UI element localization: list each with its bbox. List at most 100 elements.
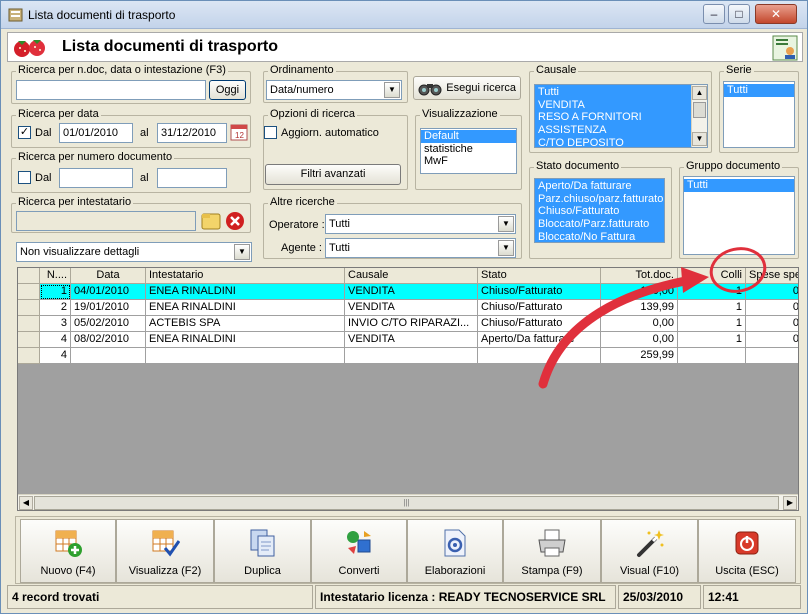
- row-header[interactable]: [18, 316, 40, 332]
- table-cell[interactable]: 4: [40, 348, 71, 364]
- app-window: Lista documenti di trasporto ‒ □ ✕ Lista…: [0, 0, 808, 614]
- causale-scrollbar[interactable]: ▲ ▼: [691, 85, 707, 147]
- horizontal-scrollbar[interactable]: ◀ ||| ▶: [18, 494, 798, 510]
- search-doc-input[interactable]: [16, 80, 206, 100]
- scroll-thumb[interactable]: |||: [34, 496, 779, 510]
- scroll-left-icon[interactable]: ◀: [19, 496, 33, 510]
- causale-item[interactable]: VENDITA: [535, 99, 707, 112]
- number-al-label: al: [140, 172, 149, 184]
- stato-doc-list[interactable]: Aperto/Da fatturare Parz.chiuso/parz.fat…: [534, 178, 665, 243]
- table-cell[interactable]: 3: [40, 316, 71, 332]
- table-cell[interactable]: ENEA RINALDINI: [146, 300, 345, 316]
- number-to-input[interactable]: [157, 168, 227, 188]
- stato-doc-item[interactable]: Chiuso/Fatturato: [535, 205, 664, 218]
- view-item[interactable]: MwF: [421, 155, 516, 168]
- chevron-down-icon: ▼: [384, 82, 400, 98]
- column-header[interactable]: Causale: [345, 268, 478, 284]
- row-header[interactable]: [18, 332, 40, 348]
- number-from-checkbox[interactable]: [18, 171, 31, 184]
- row-header[interactable]: [18, 300, 40, 316]
- users-list-icon[interactable]: [772, 35, 798, 61]
- clear-icon[interactable]: [225, 211, 245, 231]
- table-cell[interactable]: 1: [40, 284, 71, 300]
- folder-open-icon[interactable]: [201, 211, 221, 231]
- action-toolbar: Nuovo (F4) Visualizza (F2) Duplica Conve…: [15, 516, 801, 584]
- ordering-select-value: Data/numero: [270, 84, 334, 96]
- status-date: 25/03/2010: [618, 585, 701, 609]
- view-item[interactable]: statistiche: [421, 143, 516, 156]
- print-button[interactable]: Stampa (F9): [503, 519, 601, 583]
- convert-button[interactable]: Converti: [311, 519, 407, 583]
- ordering-select[interactable]: Data/numero ▼: [266, 80, 402, 100]
- processing-button[interactable]: Elaborazioni: [407, 519, 503, 583]
- table-cell[interactable]: VENDITA: [345, 300, 478, 316]
- stato-doc-label: Stato documento: [534, 160, 622, 172]
- view-item[interactable]: Default: [421, 130, 516, 143]
- table-cell[interactable]: 4: [40, 332, 71, 348]
- new-button[interactable]: Nuovo (F4): [20, 519, 116, 583]
- exit-button[interactable]: Uscita (ESC): [698, 519, 796, 583]
- search-doc-label: Ricerca per n.doc, data o intestazione (…: [16, 64, 228, 76]
- causale-item[interactable]: RESO A FORNITORI: [535, 111, 707, 124]
- table-cell[interactable]: 04/01/2010: [71, 284, 146, 300]
- table-cell[interactable]: INVIO C/TO RIPARAZI...: [345, 316, 478, 332]
- minimize-button[interactable]: ‒: [703, 4, 725, 24]
- view-button[interactable]: Visualizza (F2): [116, 519, 214, 583]
- serie-item[interactable]: Tutti: [724, 84, 794, 97]
- table-cell[interactable]: [71, 348, 146, 364]
- run-search-button[interactable]: Esegui ricerca: [413, 76, 521, 100]
- date-to-input[interactable]: 31/12/2010: [157, 123, 227, 143]
- causale-label: Causale: [534, 64, 579, 76]
- operator-label: Operatore :: [269, 219, 325, 231]
- search-options-label: Opzioni di ricerca: [268, 108, 357, 120]
- table-cell[interactable]: [345, 348, 478, 364]
- table-cell[interactable]: 19/01/2010: [71, 300, 146, 316]
- stato-doc-item[interactable]: Bloccato/Parz.fatturato: [535, 218, 664, 231]
- binoculars-icon: [418, 84, 442, 96]
- calendar-icon[interactable]: 12: [230, 123, 248, 141]
- holder-input[interactable]: [16, 211, 196, 231]
- auto-update-checkbox[interactable]: [264, 126, 277, 139]
- table-cell[interactable]: VENDITA: [345, 284, 478, 300]
- column-header[interactable]: Intestatario: [146, 268, 345, 284]
- scroll-right-icon[interactable]: ▶: [783, 496, 797, 510]
- serie-list[interactable]: Tutti: [723, 81, 795, 148]
- visual-button[interactable]: Visual (F10): [601, 519, 698, 583]
- close-button[interactable]: ✕: [755, 4, 797, 24]
- date-from-input[interactable]: 01/01/2010: [59, 123, 133, 143]
- table-cell[interactable]: ACTEBIS SPA: [146, 316, 345, 332]
- table-cell[interactable]: 2: [40, 300, 71, 316]
- chevron-down-icon: ▼: [498, 240, 514, 256]
- table-cell[interactable]: 08/02/2010: [71, 332, 146, 348]
- status-license: Intestatario licenza : READY TECNOSERVIC…: [315, 585, 616, 609]
- causale-item[interactable]: C/TO DEPOSITO: [535, 137, 707, 147]
- convert-button-label: Converti: [338, 565, 380, 577]
- table-cell[interactable]: 05/02/2010: [71, 316, 146, 332]
- view-list[interactable]: Default statistiche MwF: [420, 128, 517, 174]
- agent-select[interactable]: Tutti ▼: [325, 238, 516, 258]
- causale-list[interactable]: Tutti VENDITA RESO A FORNITORI ASSISTENZ…: [534, 84, 708, 148]
- number-from-input[interactable]: [59, 168, 133, 188]
- column-header[interactable]: Data: [71, 268, 146, 284]
- stato-doc-item[interactable]: Parz.chiuso/parz.fatturato: [535, 193, 664, 206]
- column-header[interactable]: N....: [40, 268, 71, 284]
- operator-select[interactable]: Tutti ▼: [325, 214, 516, 234]
- advanced-filters-button[interactable]: Filtri avanzati: [265, 164, 401, 185]
- title-bar: Lista documenti di trasporto ‒ □ ✕: [1, 1, 807, 29]
- table-cell[interactable]: VENDITA: [345, 332, 478, 348]
- gruppo-doc-label: Gruppo documento: [684, 160, 783, 172]
- table-cell[interactable]: [146, 348, 345, 364]
- row-header[interactable]: [18, 348, 40, 364]
- row-header[interactable]: [18, 284, 40, 300]
- maximize-button[interactable]: □: [728, 4, 750, 24]
- causale-item[interactable]: ASSISTENZA: [535, 124, 707, 137]
- details-select[interactable]: Non visualizzare dettagli ▼: [16, 242, 252, 262]
- table-cell[interactable]: ENEA RINALDINI: [146, 332, 345, 348]
- stato-doc-item[interactable]: Aperto/Da fatturare: [535, 180, 664, 193]
- gruppo-doc-item[interactable]: Tutti: [684, 179, 794, 192]
- table-cell[interactable]: ENEA RINALDINI: [146, 284, 345, 300]
- duplicate-button[interactable]: Duplica: [214, 519, 311, 583]
- today-button[interactable]: Oggi: [209, 80, 246, 100]
- date-from-checkbox[interactable]: ✓: [18, 126, 31, 139]
- causale-item[interactable]: Tutti: [535, 86, 707, 99]
